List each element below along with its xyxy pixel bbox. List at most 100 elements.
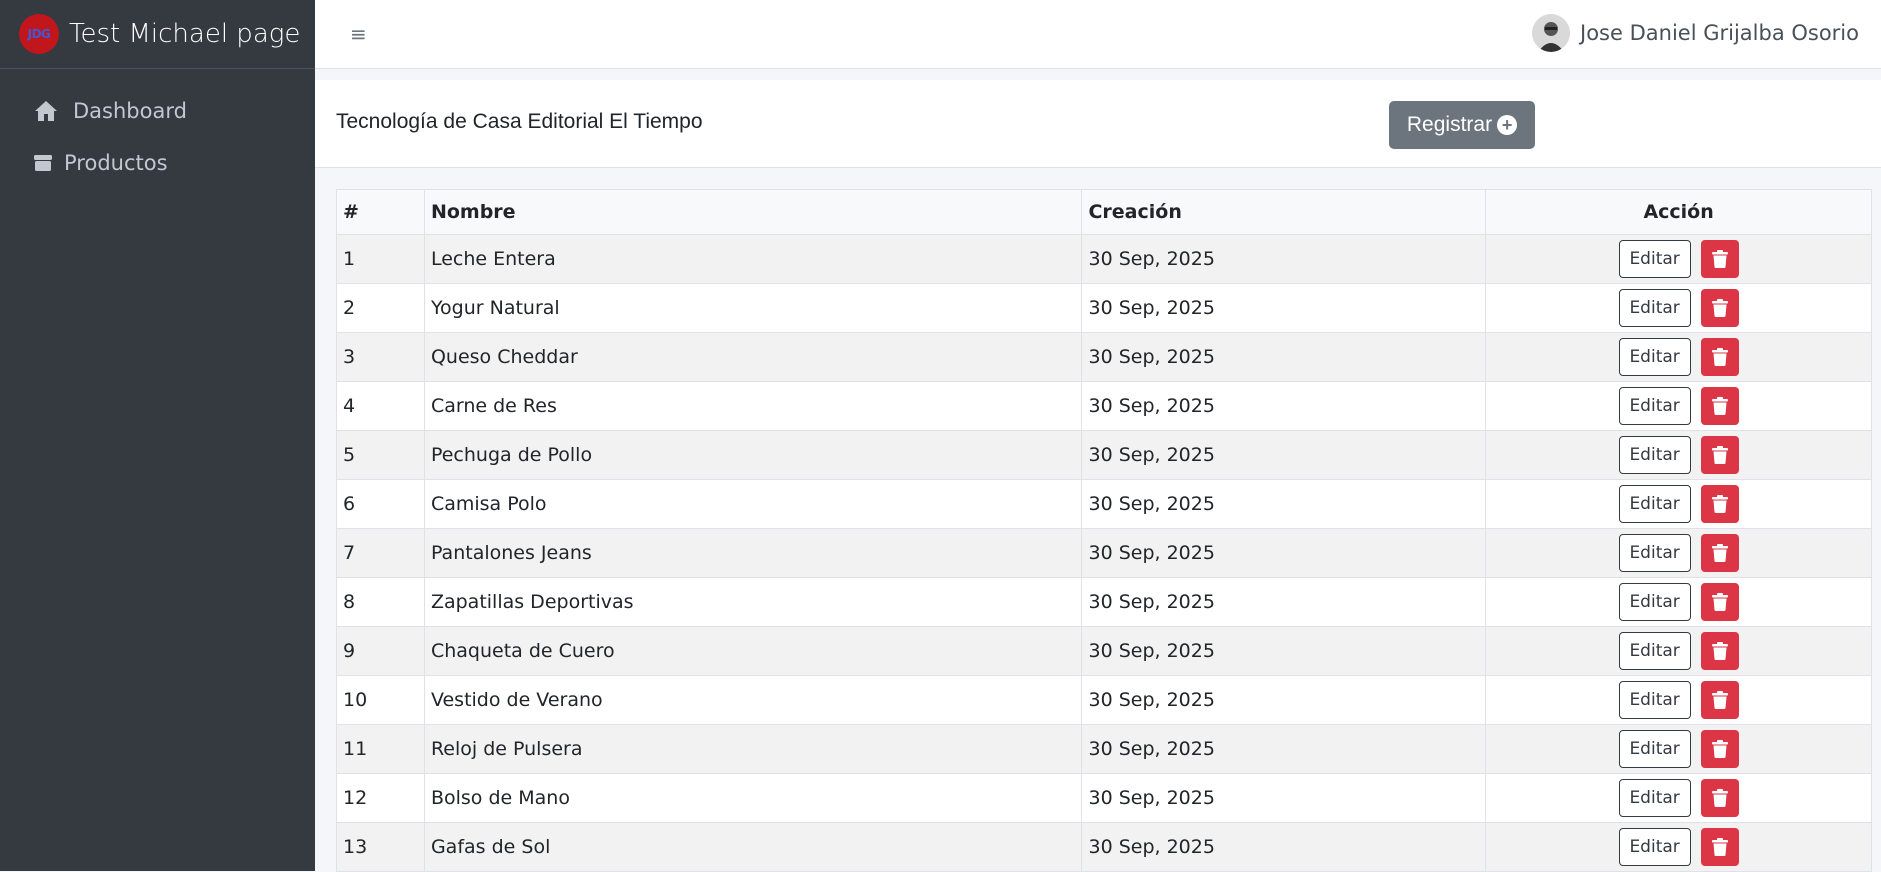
sidebar-item-dashboard[interactable]: Dashboard (0, 85, 315, 137)
edit-button[interactable]: Editar (1618, 779, 1691, 817)
row-number: 8 (336, 577, 425, 627)
row-action-group: Editar (1486, 240, 1871, 278)
row-number: 5 (336, 430, 425, 480)
sidebar-item-productos[interactable]: Productos (0, 137, 315, 189)
row-action-group: Editar (1486, 583, 1871, 621)
trash-icon (1711, 642, 1728, 660)
row-created: 30 Sep, 2025 (1081, 822, 1487, 872)
row-name: Leche Entera (423, 234, 1083, 284)
edit-button[interactable]: Editar (1618, 485, 1691, 523)
row-actions: Editar (1485, 381, 1872, 431)
column-header-number: # (336, 189, 425, 235)
delete-button[interactable] (1700, 779, 1739, 817)
hamburger-icon[interactable]: ≡ (350, 22, 367, 46)
avatar (1532, 14, 1571, 52)
row-created: 30 Sep, 2025 (1081, 234, 1487, 284)
table-row: 4 Carne de Res 30 Sep, 2025 Editar (336, 381, 1872, 431)
row-name: Reloj de Pulsera (423, 724, 1083, 774)
row-action-group: Editar (1486, 436, 1871, 474)
row-actions: Editar (1485, 479, 1872, 529)
delete-button[interactable] (1700, 387, 1739, 425)
edit-button[interactable]: Editar (1618, 828, 1691, 866)
edit-button[interactable]: Editar (1618, 534, 1691, 572)
row-number: 9 (336, 626, 425, 676)
row-name: Carne de Res (423, 381, 1083, 431)
trash-icon (1711, 397, 1728, 415)
edit-button[interactable]: Editar (1618, 681, 1691, 719)
delete-button[interactable] (1700, 485, 1739, 523)
row-created: 30 Sep, 2025 (1081, 528, 1487, 578)
row-actions: Editar (1485, 675, 1872, 725)
row-actions: Editar (1485, 234, 1872, 284)
row-name: Chaqueta de Cuero (423, 626, 1083, 676)
products-table-wrapper: # Nombre Creación Acción 1 Leche Entera 30… (336, 189, 1872, 872)
delete-button[interactable] (1700, 730, 1739, 768)
trash-icon (1711, 495, 1728, 513)
row-number: 12 (336, 773, 425, 823)
row-created: 30 Sep, 2025 (1081, 332, 1487, 382)
page-title: Tecnología de Casa Editorial El Tiempo (336, 110, 703, 133)
table-row: 6 Camisa Polo 30 Sep, 2025 Editar (336, 479, 1872, 529)
brand-name: Test Michael page (69, 19, 301, 49)
delete-button[interactable] (1700, 338, 1739, 376)
row-created: 30 Sep, 2025 (1081, 724, 1487, 774)
sidebar-nav: Dashboard Productos (0, 69, 315, 189)
row-action-group: Editar (1486, 632, 1871, 670)
row-number: 6 (336, 479, 425, 529)
trash-icon (1711, 299, 1728, 317)
user-menu[interactable]: Jose Daniel Grijalba Osorio (1532, 14, 1859, 52)
edit-button[interactable]: Editar (1618, 632, 1691, 670)
delete-button[interactable] (1700, 583, 1739, 621)
table-row: 5 Pechuga de Pollo 30 Sep, 2025 Editar (336, 430, 1872, 480)
trash-icon (1711, 348, 1728, 366)
row-created: 30 Sep, 2025 (1081, 773, 1487, 823)
row-action-group: Editar (1486, 779, 1871, 817)
row-name: Queso Cheddar (423, 332, 1083, 382)
sidebar: JDG Test Michael page Dashboard Producto… (0, 0, 315, 871)
row-name: Pechuga de Pollo (423, 430, 1083, 480)
box-icon (30, 150, 56, 176)
delete-button[interactable] (1700, 289, 1739, 327)
delete-button[interactable] (1700, 436, 1739, 474)
table-row: 11 Reloj de Pulsera 30 Sep, 2025 Editar (336, 724, 1872, 774)
delete-button[interactable] (1700, 240, 1739, 278)
column-header-created: Creación (1081, 189, 1487, 235)
delete-button[interactable] (1700, 828, 1739, 866)
row-actions: Editar (1485, 773, 1872, 823)
edit-button[interactable]: Editar (1618, 289, 1691, 327)
brand-link[interactable]: JDG Test Michael page (0, 0, 315, 69)
edit-button[interactable]: Editar (1618, 436, 1691, 474)
row-created: 30 Sep, 2025 (1081, 626, 1487, 676)
edit-button[interactable]: Editar (1618, 387, 1691, 425)
row-created: 30 Sep, 2025 (1081, 283, 1487, 333)
edit-button[interactable]: Editar (1618, 583, 1691, 621)
row-created: 30 Sep, 2025 (1081, 381, 1487, 431)
row-name: Zapatillas Deportivas (423, 577, 1083, 627)
edit-button[interactable]: Editar (1618, 240, 1691, 278)
row-action-group: Editar (1486, 730, 1871, 768)
trash-icon (1711, 544, 1728, 562)
brand-logo: JDG (19, 14, 59, 54)
edit-button[interactable]: Editar (1618, 338, 1691, 376)
delete-button[interactable] (1700, 632, 1739, 670)
row-number: 7 (336, 528, 425, 578)
row-number: 13 (336, 822, 425, 872)
row-actions: Editar (1485, 283, 1872, 333)
row-actions: Editar (1485, 822, 1872, 872)
table-row: 12 Bolso de Mano 30 Sep, 2025 Editar (336, 773, 1872, 823)
table-row: 7 Pantalones Jeans 30 Sep, 2025 Editar (336, 528, 1872, 578)
sidebar-item-label: Dashboard (73, 99, 187, 123)
row-action-group: Editar (1486, 485, 1871, 523)
table-row: 1 Leche Entera 30 Sep, 2025 Editar (336, 234, 1872, 284)
row-actions: Editar (1485, 724, 1872, 774)
row-number: 2 (336, 283, 425, 333)
row-actions: Editar (1485, 332, 1872, 382)
delete-button[interactable] (1700, 534, 1739, 572)
edit-button[interactable]: Editar (1618, 730, 1691, 768)
register-button[interactable]: Registrar + (1389, 101, 1535, 149)
row-created: 30 Sep, 2025 (1081, 430, 1487, 480)
row-number: 1 (336, 234, 425, 284)
row-name: Gafas de Sol (423, 822, 1083, 872)
delete-button[interactable] (1700, 681, 1739, 719)
row-name: Pantalones Jeans (423, 528, 1083, 578)
